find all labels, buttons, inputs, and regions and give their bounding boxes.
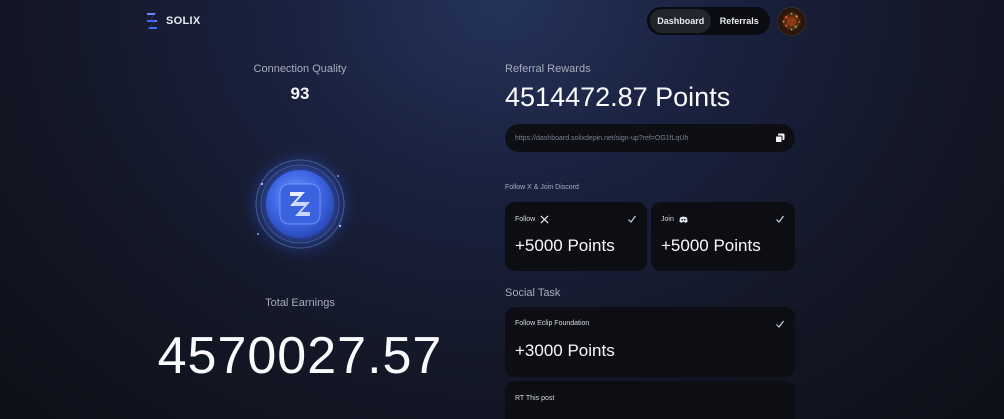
top-bar: SOLIX Dashboard Referrals: [0, 0, 1004, 44]
check-icon: [628, 215, 636, 223]
follow-section-label: Follow X & Join Discord: [505, 184, 579, 191]
join-discord-points: +5000 Points: [661, 236, 761, 255]
follow-eclip-card[interactable]: Follow Eclip Foundation +3000 Points: [505, 307, 795, 377]
join-discord-header: Join: [661, 215, 688, 224]
glowing-orb-icon: [242, 146, 358, 262]
x-logo-icon: [540, 215, 549, 224]
connection-quality-label: Connection Quality: [253, 63, 347, 75]
copy-icon[interactable]: [775, 133, 785, 143]
referral-rewards-label: Referral Rewards: [505, 63, 591, 75]
follow-eclip-points: +3000 Points: [515, 341, 615, 360]
follow-x-card[interactable]: Follow +5000 Points: [505, 202, 647, 271]
nav-referrals-button[interactable]: Referrals: [711, 9, 767, 33]
follow-eclip-label: Follow Eclip Foundation: [515, 320, 590, 327]
social-task-label: Social Task: [505, 287, 561, 299]
referral-link-field[interactable]: https://dashboard.solixdepin.net/sign-up…: [505, 124, 795, 152]
connection-quality-value: 93: [290, 84, 310, 103]
follow-x-header: Follow: [515, 215, 549, 224]
total-earnings-value: 4570027.57: [157, 327, 443, 385]
join-discord-card[interactable]: Join +5000 Points: [651, 202, 795, 271]
follow-eclip-header: Follow Eclip Foundation: [515, 320, 589, 327]
user-avatar[interactable]: [777, 7, 806, 36]
follow-x-label: Follow: [515, 216, 536, 223]
rt-post-card[interactable]: RT This post: [505, 381, 795, 419]
join-discord-label: Join: [661, 216, 674, 223]
total-earnings-label: Total Earnings: [265, 297, 335, 309]
referral-link-text: https://dashboard.solixdepin.net/sign-up…: [515, 134, 689, 142]
follow-x-points: +5000 Points: [515, 236, 615, 255]
referral-rewards-value: 4514472.87 Points: [505, 82, 731, 112]
node-orb: [240, 146, 360, 266]
check-icon: [776, 320, 784, 328]
check-icon: [776, 215, 784, 223]
avatar-image-icon: [782, 12, 801, 31]
nav-toggle: Dashboard Referrals: [647, 7, 770, 35]
rt-post-header: RT This post: [515, 395, 554, 402]
brand-name: SOLIX: [166, 15, 201, 27]
brand-logo[interactable]: SOLIX: [144, 11, 201, 31]
nav-dashboard-button[interactable]: Dashboard: [650, 9, 712, 33]
rt-post-label: RT This post: [515, 395, 555, 402]
solix-logo-icon: [147, 13, 157, 29]
discord-icon: [679, 216, 688, 223]
